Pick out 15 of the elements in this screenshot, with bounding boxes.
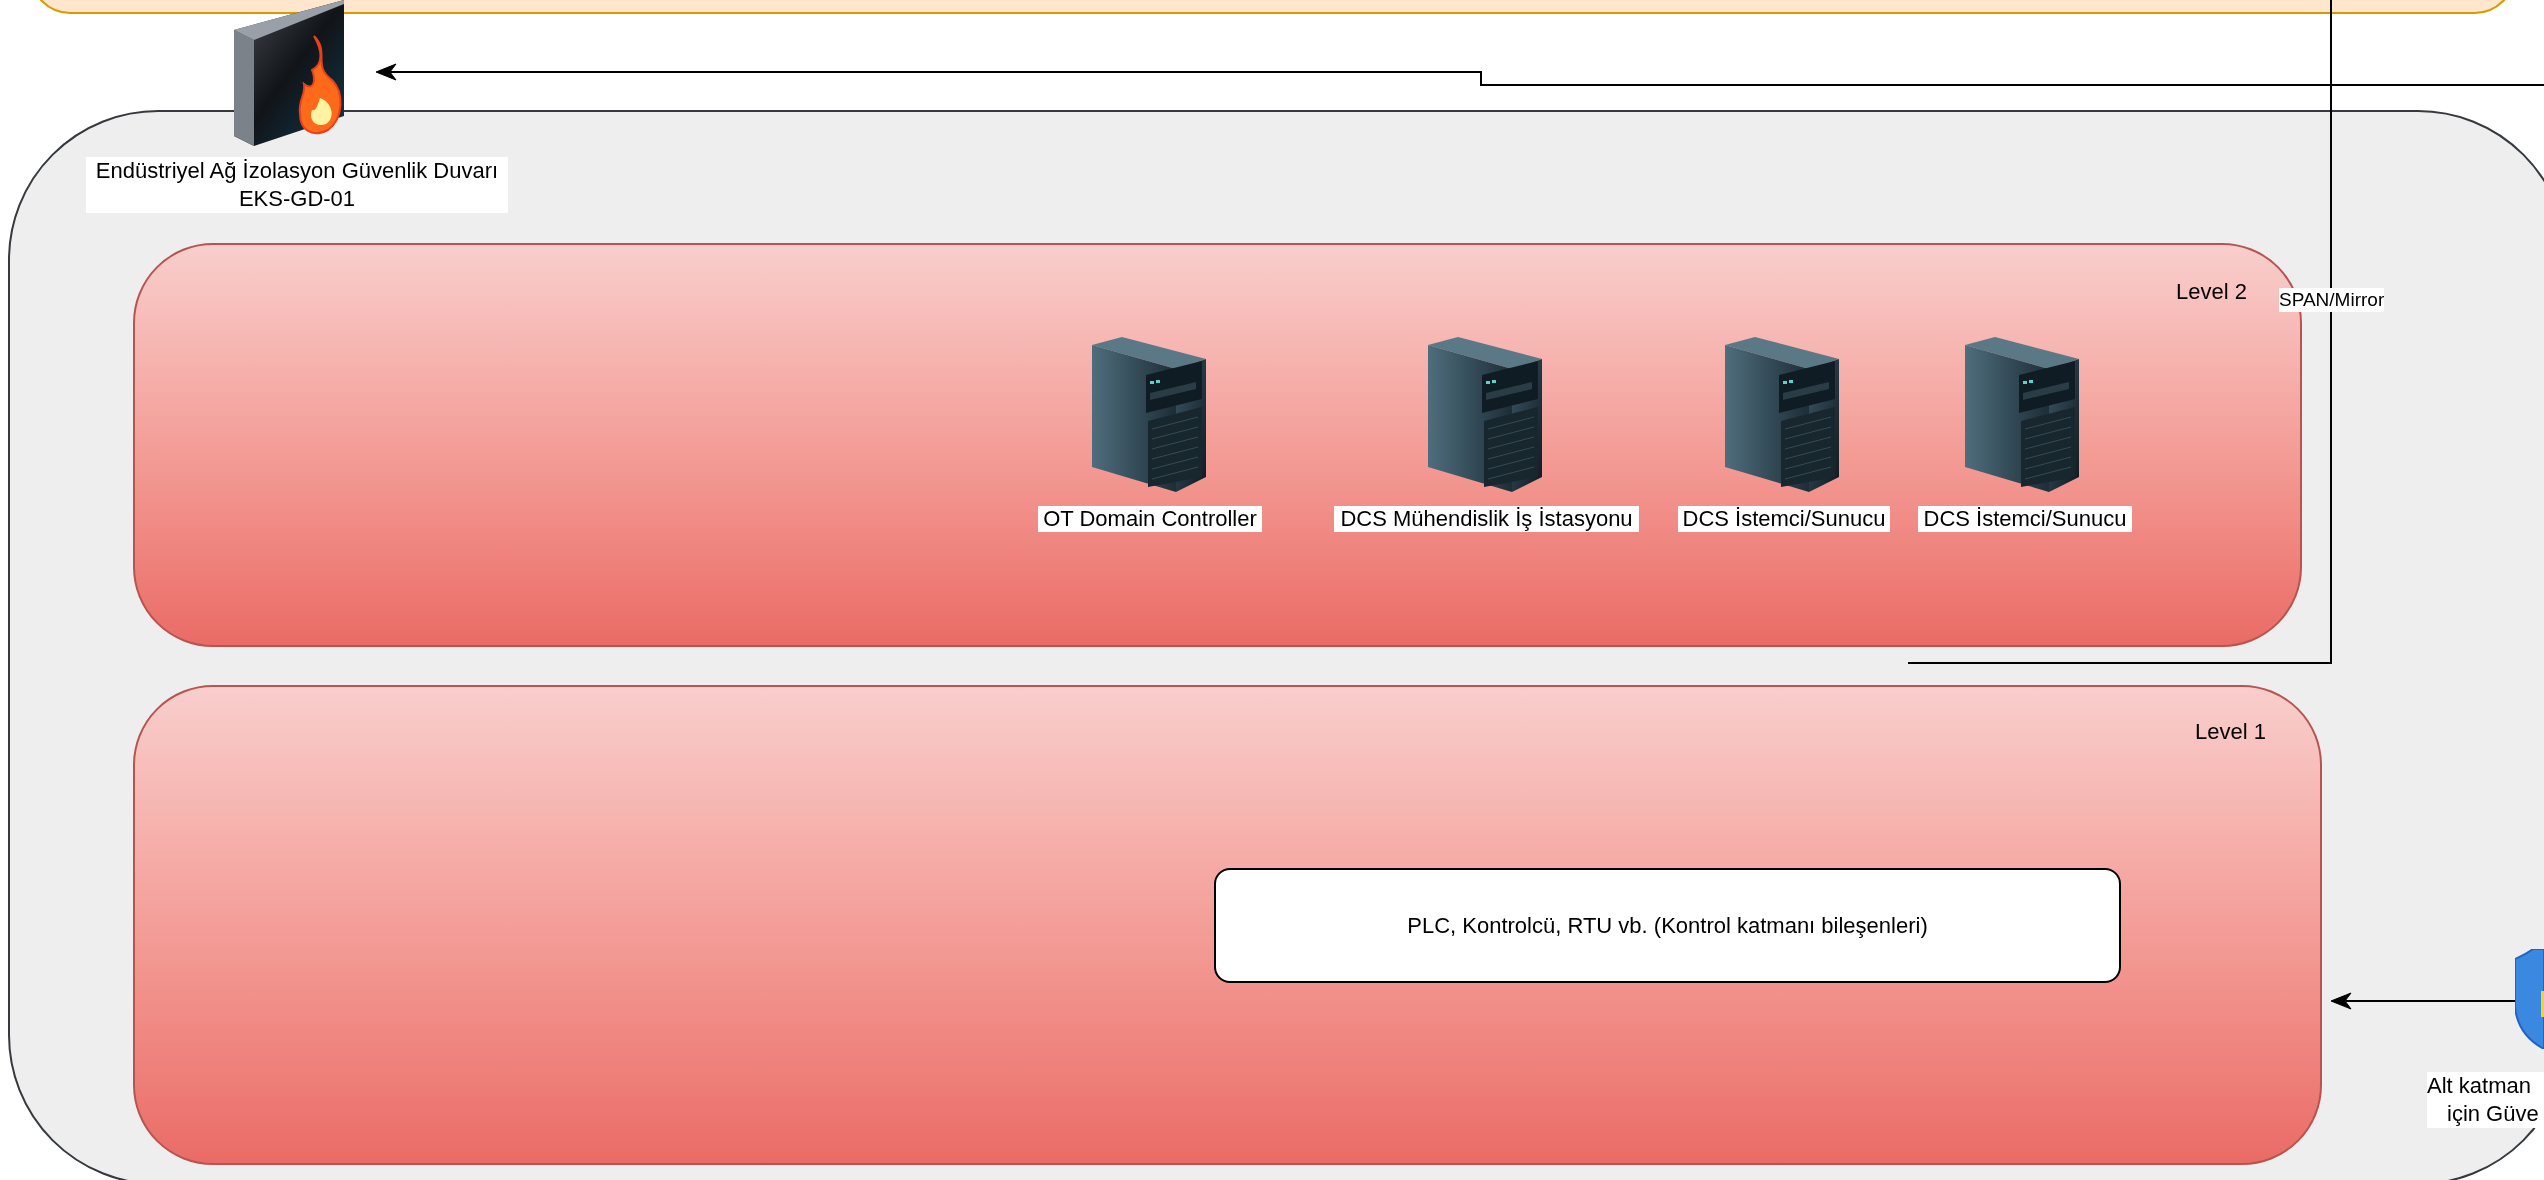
- server-tower-icon: [1965, 337, 2079, 492]
- server-label: DCS Mühendislik İş İstasyonu: [1334, 506, 1639, 532]
- shield-icon: [2515, 949, 2544, 1049]
- zone-title: Level 2: [2176, 279, 2247, 305]
- server-label: DCS İstemci/Sunucu: [1678, 506, 1890, 532]
- server-tower-icon: [1092, 337, 1206, 492]
- shield-label: Alt katman için Güve: [2427, 1072, 2544, 1128]
- server-label: OT Domain Controller: [1038, 506, 1262, 532]
- firewall-label: Endüstriyel Ağ İzolasyon Güvenlik Duvarı EKS-GD-01: [86, 157, 508, 213]
- component-box: PLC, Kontrolcü, RTU vb. (Kontrol katmanı bileşenleri): [1214, 868, 2121, 983]
- server-label: DCS İstemci/Sunucu: [1918, 506, 2132, 532]
- server-tower-icon: [1725, 337, 1839, 492]
- zone-title: Level 1: [2195, 719, 2266, 745]
- connector-label: SPAN/Mirror: [2279, 288, 2385, 312]
- server-tower-icon: [1428, 337, 1542, 492]
